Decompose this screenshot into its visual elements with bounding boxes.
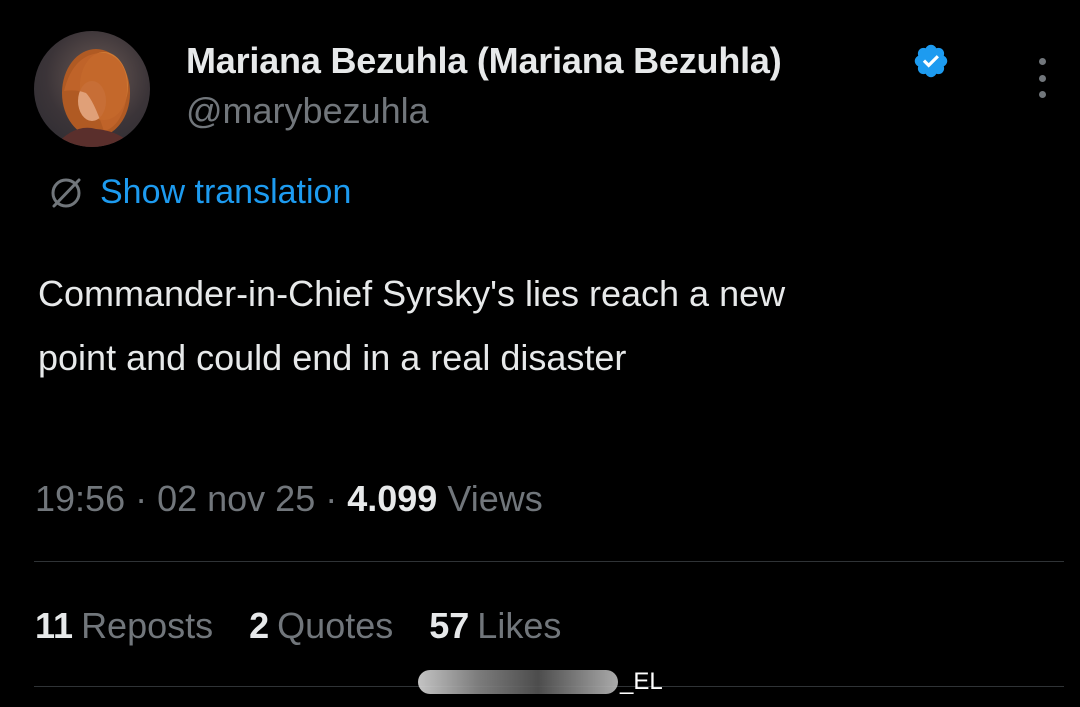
tweet-card: Mariana Bezuhla (Mariana Bezuhla) @maryb… — [0, 0, 1080, 707]
tweet-text-line-1: Commander-in-Chief Syrsky's lies reach a… — [38, 273, 786, 314]
reposts-label: Reposts — [81, 605, 214, 646]
globe-translate-icon — [51, 178, 81, 208]
author-name[interactable]: Mariana Bezuhla (Mariana Bezuhla) — [186, 40, 782, 82]
views-count: 4.099 — [347, 478, 438, 519]
likes-label: Likes — [477, 605, 562, 646]
tweet-date[interactable]: 02 nov 25 — [157, 478, 315, 519]
tweet-text: Commander-in-Chief Syrsky's lies reach a… — [38, 262, 1038, 390]
show-translation-label: Show translation — [100, 172, 352, 211]
tweet-text-line-2: point and could end in a real disaster — [38, 337, 627, 378]
meta-separator: · — [125, 478, 158, 519]
watermark: _EL — [418, 668, 663, 696]
verified-badge-icon — [914, 44, 948, 78]
reposts-stat[interactable]: 11 Reposts — [35, 605, 213, 647]
meta-separator: · — [315, 478, 348, 519]
quotes-count: 2 — [249, 605, 270, 646]
tweet-meta: 19:56 · 02 nov 25 · 4.099 Views — [35, 478, 543, 520]
author-handle[interactable]: @marybezuhla — [186, 90, 429, 132]
reposts-count: 11 — [35, 605, 74, 646]
quotes-label: Quotes — [277, 605, 394, 646]
avatar[interactable] — [34, 31, 150, 147]
quotes-stat[interactable]: 2 Quotes — [249, 605, 393, 647]
show-translation-link[interactable]: Show translation — [46, 172, 351, 212]
tweet-time[interactable]: 19:56 — [35, 478, 125, 519]
profile-photo — [54, 49, 134, 147]
watermark-logo — [418, 670, 618, 694]
views-label: Views — [437, 478, 543, 519]
watermark-text: _EL — [620, 668, 663, 695]
divider — [34, 561, 1064, 562]
engagement-stats: 11 Reposts 2 Quotes 57 Likes — [35, 605, 561, 647]
more-options-icon[interactable] — [1030, 58, 1054, 98]
likes-stat[interactable]: 57 Likes — [429, 605, 561, 647]
likes-count: 57 — [429, 605, 470, 646]
